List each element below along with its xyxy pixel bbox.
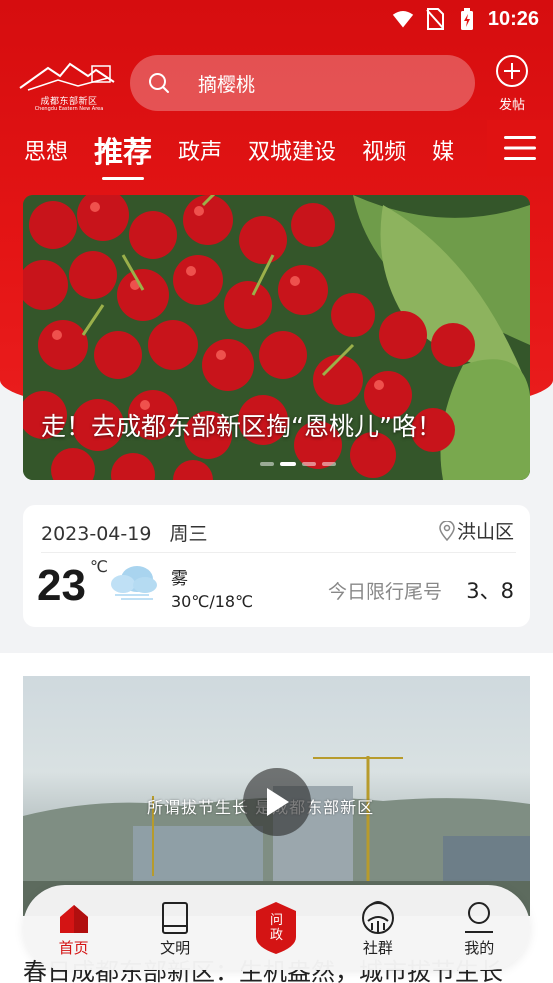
traffic-limit-value: 3、8: [466, 579, 514, 603]
location-pin-icon: [439, 520, 455, 541]
weather-date: 2023-04-19 周三: [41, 519, 208, 546]
temperature-range: 30℃/18℃: [171, 592, 254, 611]
tab-thought[interactable]: 思想: [24, 134, 68, 166]
brand-logo[interactable]: 成都东部新区 Chengdu Eastern New Area: [18, 56, 118, 114]
post-button[interactable]: 发帖: [488, 54, 536, 114]
logo-mark-icon: [19, 62, 115, 91]
carousel-dot: [322, 462, 336, 466]
wifi-icon: [392, 8, 414, 30]
banner-carousel[interactable]: 走！去成都东部新区掏“恩桃儿”咯！: [23, 195, 530, 480]
weather-card[interactable]: 2023-04-19 周三 洪山区 23 ℃ 雾 30℃/18℃ 今日限行尾号 …: [23, 505, 530, 627]
banner-caption: 走！去成都东部新区掏“恩桃儿”咯！: [41, 412, 442, 441]
no-sim-icon: [424, 8, 446, 30]
nav-civilization[interactable]: 文明: [135, 897, 215, 958]
nav-community[interactable]: 社群: [338, 897, 418, 958]
add-circle-icon: [496, 55, 528, 87]
weather-location[interactable]: 洪山区: [439, 517, 514, 544]
nav-home-label: 首页: [58, 939, 89, 957]
nav-civilization-label: 文明: [160, 939, 191, 957]
fog-cloud-icon: [111, 566, 157, 600]
nav-profile-label: 我的: [464, 939, 495, 957]
nav-community-label: 社群: [362, 939, 393, 957]
home-icon: [59, 905, 88, 933]
play-icon: [267, 788, 289, 816]
tab-media[interactable]: 媒: [432, 134, 454, 166]
weather-divider: [41, 552, 516, 553]
search-placeholder: 摘樱桃: [198, 73, 256, 96]
top-bar: 成都东部新区 Chengdu Eastern New Area 摘樱桃 发帖: [0, 50, 553, 120]
post-label: 发帖: [498, 98, 525, 113]
channel-tabs: 思想 推荐 政声 双城建设 视频 媒: [0, 125, 553, 180]
tab-politics[interactable]: 政声: [178, 134, 222, 166]
carousel-dot-active: [280, 462, 296, 466]
play-button[interactable]: [243, 768, 311, 836]
search-icon: [149, 73, 169, 93]
ask-badge-text: 问政: [269, 912, 283, 943]
tab-video[interactable]: 视频: [362, 134, 406, 166]
profile-icon: [465, 902, 494, 933]
community-icon: [361, 901, 394, 934]
weekday-value: 周三: [169, 523, 208, 545]
battery-charging-icon: [456, 8, 478, 30]
location-value: 洪山区: [456, 521, 514, 543]
tab-recommend[interactable]: 推荐: [94, 129, 152, 180]
channel-menu-button[interactable]: [487, 120, 553, 176]
menu-icon: [504, 136, 536, 160]
status-bar: 10:26: [0, 0, 553, 38]
search-bar[interactable]: 摘樱桃: [130, 55, 475, 111]
date-value: 2023-04-19: [41, 523, 152, 545]
nav-profile[interactable]: 我的: [439, 897, 519, 958]
book-icon: [162, 902, 189, 934]
carousel-indicator: [260, 462, 336, 466]
tab-dual-city[interactable]: 双城建设: [248, 134, 336, 166]
temperature-unit: ℃: [90, 557, 108, 576]
traffic-limit-label: 今日限行尾号: [328, 581, 443, 603]
video-card[interactable]: 所谓拔节生长 是成都东部新区: [23, 676, 530, 916]
status-time: 10:26: [487, 7, 539, 30]
logo-subtext: Chengdu Eastern New Area: [34, 106, 104, 112]
bottom-navigation: 首页 文明 问政 社群 我的: [23, 885, 530, 970]
carousel-dot: [302, 462, 316, 466]
temperature-value: 23: [37, 561, 86, 610]
weather-condition: 雾: [171, 569, 188, 589]
nav-ask-government[interactable]: 问政: [236, 901, 316, 955]
carousel-dot: [260, 462, 274, 466]
nav-home[interactable]: 首页: [34, 897, 114, 958]
